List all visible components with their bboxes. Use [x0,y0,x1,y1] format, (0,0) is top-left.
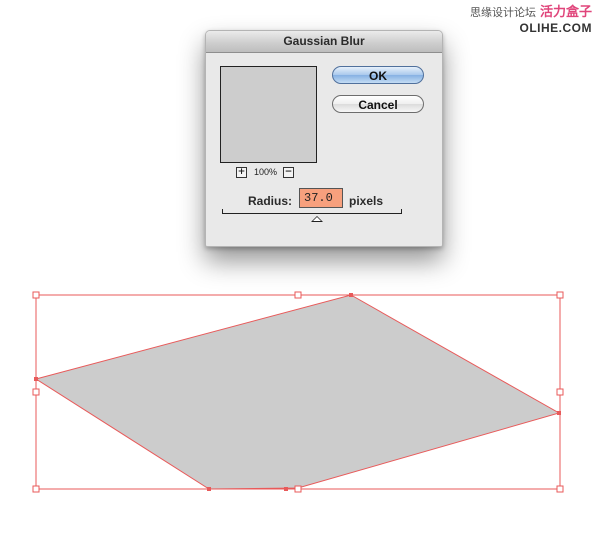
bbox-handle-top-center[interactable] [294,291,302,299]
zoom-controls: + 100% − [236,166,295,178]
bbox-handle-bottom-right[interactable] [556,485,564,493]
radius-input[interactable] [299,188,343,208]
bbox-handle-bottom-center[interactable] [294,485,302,493]
anchor-point[interactable] [349,293,353,297]
watermark-cn: 思缘设计论坛 [469,6,536,19]
bbox-handle-top-left[interactable] [32,291,40,299]
bbox-handle-middle-left[interactable] [32,388,40,396]
radius-slider-thumb[interactable] [311,216,324,222]
slider-tick-right [401,209,402,214]
radius-unit: pixels [349,194,384,208]
anchor-point[interactable] [34,377,38,381]
ok-button[interactable]: OK [332,66,424,84]
radius-slider-track[interactable] [222,213,402,214]
zoom-in-icon[interactable]: + [236,166,247,178]
radius-label: Radius: [248,194,293,208]
blurred-shape[interactable] [34,294,561,490]
watermark: 思缘设计论坛 活力盒子 OLIHE.COM [470,4,592,34]
anchor-point[interactable] [284,487,288,491]
bbox-handle-middle-right[interactable] [556,388,564,396]
slider-tick-left [222,209,223,214]
blur-preview[interactable] [220,66,317,163]
zoom-level: 100% [254,167,278,177]
dialog-title[interactable]: Gaussian Blur [206,31,442,53]
bbox-handle-top-right[interactable] [556,291,564,299]
watermark-site: OLIHE.COM [519,21,592,35]
screen: 思缘设计论坛 活力盒子 OLIHE.COM Gaussian Blur + 100… [0,0,600,533]
zoom-out-icon[interactable]: − [283,166,295,178]
anchor-point[interactable] [557,411,561,415]
gaussian-blur-dialog: Gaussian Blur + 100% − OK Cancel Radius:… [205,30,443,247]
watermark-brand: 活力盒子 [539,5,592,20]
cancel-button[interactable]: Cancel [332,95,424,113]
artboard-canvas [32,291,564,493]
anchor-point[interactable] [207,487,211,491]
bbox-handle-bottom-left[interactable] [32,485,40,493]
